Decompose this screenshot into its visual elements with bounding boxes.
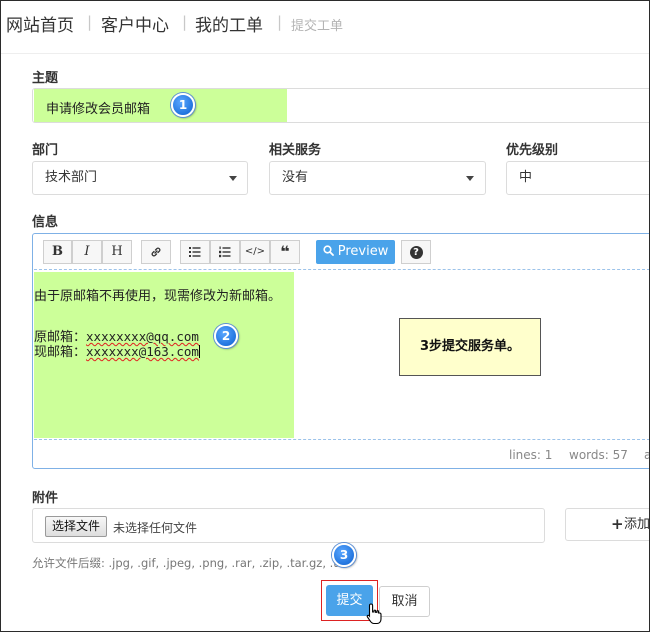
link-button[interactable]: [141, 240, 171, 264]
attachment-label: 附件: [32, 491, 59, 506]
italic-button[interactable]: I: [72, 240, 102, 264]
breadcrumb-my-tickets[interactable]: 我的工单: [195, 11, 263, 36]
editor-lines-count: lines: 1: [509, 448, 553, 462]
subject-value: 申请修改会员邮箱: [46, 102, 151, 117]
chevron-down-icon: [229, 176, 237, 181]
add-attachment-label: 添加: [624, 517, 650, 532]
window-frame: 网站首页 | 客户中心 | 我的工单 | 提交工单 主题 申请修改会员邮箱 1 …: [0, 0, 650, 632]
priority-label: 优先级别: [506, 143, 559, 158]
priority-value: 中: [519, 170, 533, 185]
ordered-list-button[interactable]: [210, 240, 240, 264]
message-line-1: 由于原邮箱不再使用，现需修改为新邮箱。: [34, 289, 282, 304]
callout-note: 3步提交服务单。: [399, 318, 541, 376]
service-label: 相关服务: [269, 143, 322, 158]
preview-button[interactable]: Preview: [316, 240, 395, 264]
plus-icon: +: [611, 515, 624, 533]
link-icon: [151, 247, 161, 257]
message-label: 信息: [32, 215, 59, 230]
editor-status-tail: a: [644, 448, 649, 462]
breadcrumb: 网站首页 | 客户中心 | 我的工单 | 提交工单: [1, 1, 649, 54]
editor-words-count: words: 57: [569, 448, 628, 462]
priority-select[interactable]: 中: [506, 161, 649, 195]
new-email-label: 现邮箱：: [34, 345, 87, 360]
editor-top-divider: [34, 269, 649, 270]
step-1-badge: 1: [171, 93, 195, 117]
breadcrumb-separator: |: [182, 13, 188, 31]
unordered-list-icon: [189, 247, 201, 257]
breadcrumb-current: 提交工单: [291, 19, 344, 34]
service-value: 没有: [282, 170, 309, 185]
cancel-button[interactable]: 取消: [379, 586, 430, 617]
department-label: 部门: [32, 143, 59, 158]
unordered-list-button[interactable]: [180, 240, 210, 264]
editor-bottom-divider: [34, 439, 649, 440]
breadcrumb-home[interactable]: 网站首页: [6, 11, 74, 36]
quote-icon: ❝: [280, 242, 290, 261]
breadcrumb-customer-center[interactable]: 客户中心: [101, 11, 169, 36]
search-icon: [323, 245, 334, 256]
subject-label: 主题: [32, 71, 59, 86]
service-select[interactable]: 没有: [269, 161, 486, 195]
preview-label: Preview: [337, 244, 389, 259]
quote-button[interactable]: ❝: [270, 240, 300, 264]
bold-button[interactable]: B: [43, 240, 72, 264]
department-select[interactable]: 技术部门: [32, 161, 248, 195]
chevron-down-icon: [466, 176, 474, 181]
breadcrumb-separator: |: [87, 13, 93, 31]
hand-cursor-icon: [366, 603, 382, 625]
help-icon: ?: [409, 246, 423, 259]
help-button[interactable]: ?: [401, 240, 431, 264]
heading-button[interactable]: H: [102, 240, 132, 264]
step-2-badge: 2: [214, 324, 238, 348]
file-input[interactable]: 选择文件 未选择任何文件: [32, 508, 545, 543]
file-status: 未选择任何文件: [113, 521, 198, 535]
message-line-4: 现邮箱：xxxxxxx@163.com: [34, 341, 200, 360]
text-cursor: [198, 345, 200, 358]
code-button[interactable]: </>: [240, 240, 270, 264]
add-attachment-button[interactable]: + 添加: [565, 508, 650, 541]
ordered-list-icon: [219, 246, 231, 258]
choose-file-button[interactable]: 选择文件: [45, 516, 108, 537]
step-3-badge: 3: [332, 543, 356, 567]
breadcrumb-separator: |: [277, 13, 283, 31]
department-value: 技术部门: [45, 170, 98, 185]
new-email-value: xxxxxxx@163.com: [86, 344, 199, 359]
allowed-extensions-hint: 允许文件后缀: .jpg, .gif, .jpeg, .png, .rar, .…: [32, 556, 338, 570]
